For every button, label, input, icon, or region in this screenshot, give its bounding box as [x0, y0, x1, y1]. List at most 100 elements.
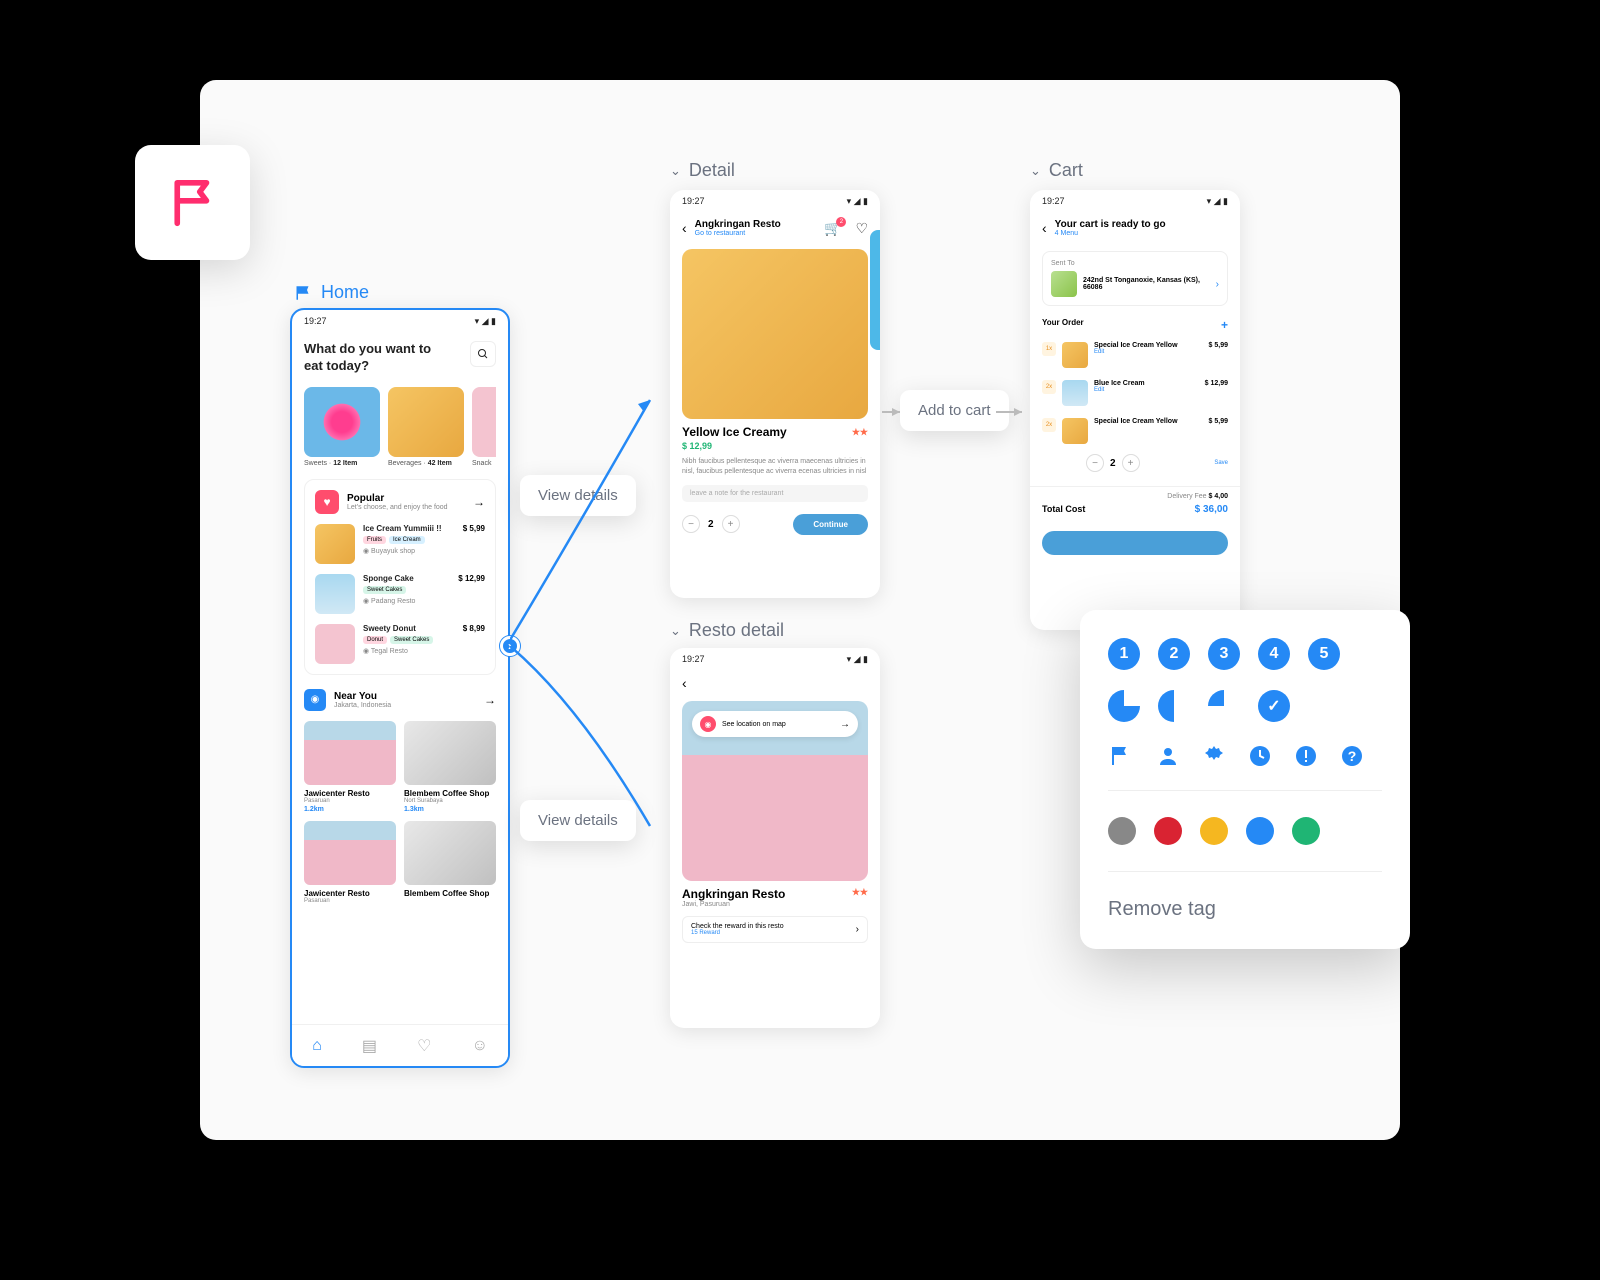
category-snack[interactable]: Snack — [472, 387, 496, 467]
popular-item[interactable]: Ice Cream Yummiii !! FruitsIce Cream ◉ B… — [315, 524, 485, 564]
product-price: $ 12,99 — [682, 441, 868, 451]
location-pill[interactable]: ◉ See location on map → — [692, 711, 858, 737]
svg-text:?: ? — [1348, 748, 1357, 764]
qty-plus[interactable]: + — [722, 515, 740, 533]
resto-screen[interactable]: 19:27▾ ◢ ▮ ‹ ◉ See location on map → Ang… — [670, 648, 880, 1028]
tag-number-3[interactable]: 3 — [1208, 638, 1240, 670]
callout-view-details: View details — [520, 475, 636, 516]
continue-button[interactable]: Continue — [793, 514, 868, 535]
status-bar: 19:27▾ ◢ ▮ — [670, 648, 880, 671]
tag-number-5[interactable]: 5 — [1308, 638, 1340, 670]
checkout-button[interactable] — [1042, 531, 1228, 555]
note-input[interactable]: leave a note for the restaurant — [682, 485, 868, 502]
popular-item[interactable]: Sweety Donut DonutSweet Cakes ◉ Tegal Re… — [315, 624, 485, 664]
color-swatch[interactable] — [1292, 817, 1320, 845]
tag-number-1[interactable]: 1 — [1108, 638, 1140, 670]
popular-card: ♥ Popular Let's choose, and enjoy the fo… — [304, 479, 496, 675]
qty-value: 2 — [708, 519, 714, 530]
user-icon[interactable] — [1154, 742, 1182, 770]
nav-profile-icon[interactable]: ☺ — [472, 1037, 488, 1055]
cart-icon[interactable]: 🛒2 — [824, 220, 841, 237]
location-pin-icon: ◉ — [700, 716, 716, 732]
near-card[interactable]: Blembem Coffee Shop — [404, 821, 496, 904]
home-title: What do you want to eat today? — [304, 341, 496, 375]
detail-screen[interactable]: 19:27▾ ◢ ▮ ‹ Angkringan Resto Go to rest… — [670, 190, 880, 598]
callout-view-details: View details — [520, 800, 636, 841]
category-beverages[interactable]: Beverages · 42 Item — [388, 387, 464, 467]
app-flag-badge — [135, 145, 250, 260]
arrow-icon[interactable]: → — [484, 693, 496, 707]
section-label-detail[interactable]: ⌄ Detail — [670, 160, 735, 181]
qty-minus[interactable]: − — [682, 515, 700, 533]
section-label-cart[interactable]: ⌄ Cart — [1030, 160, 1083, 181]
chevron-down-icon: ⌄ — [1030, 163, 1041, 179]
cart-screen[interactable]: 19:27▾ ◢ ▮ ‹ Your cart is ready to go 4 … — [1030, 190, 1240, 630]
tag-numbers-row: 12345 — [1108, 638, 1382, 670]
clock-icon[interactable] — [1246, 742, 1274, 770]
pie-quarter-icon[interactable] — [1108, 690, 1140, 722]
chevron-right-icon: › — [1216, 279, 1219, 290]
search-button[interactable] — [470, 341, 496, 367]
add-item-icon[interactable]: + — [1221, 318, 1228, 332]
back-icon[interactable]: ‹ — [682, 220, 687, 236]
tag-picker-panel[interactable]: 12345 ✓ ? Remove tag — [1080, 610, 1410, 949]
order-item[interactable]: 2x Blue Ice CreamEdit $ 12,99 — [1030, 374, 1240, 412]
order-item[interactable]: 1x Special Ice Cream YellowEdit $ 5,99 — [1030, 336, 1240, 374]
color-swatch[interactable] — [1200, 817, 1228, 845]
tag-icons-row: ? — [1108, 742, 1382, 770]
save-link[interactable]: Save — [1214, 460, 1228, 466]
search-icon — [477, 348, 489, 360]
check-icon[interactable]: ✓ — [1258, 690, 1290, 722]
chevron-right-icon: › — [856, 924, 859, 935]
nav-alerts-icon[interactable]: ♡ — [417, 1036, 431, 1056]
total-value: $ 36,00 — [1195, 504, 1228, 515]
tag-number-4[interactable]: 4 — [1258, 638, 1290, 670]
flag-icon — [166, 176, 220, 230]
section-label-home[interactable]: Home — [295, 282, 369, 303]
flag-icon[interactable] — [1108, 742, 1136, 770]
flow-arrow — [510, 380, 670, 660]
tag-number-2[interactable]: 2 — [1158, 638, 1190, 670]
near-you-grid: Jawicenter Resto Pasaruan 1.2km Blembem … — [304, 721, 496, 904]
nav-orders-icon[interactable]: ▤ — [362, 1036, 377, 1056]
near-card[interactable]: Jawicenter Resto Pasaruan 1.2km — [304, 721, 396, 813]
flow-node[interactable] — [500, 636, 520, 656]
back-icon[interactable]: ‹ — [1042, 220, 1047, 236]
order-item[interactable]: 2x Special Ice Cream Yellow $ 5,99 — [1030, 412, 1240, 450]
home-screen[interactable]: 19:27 ▾ ◢ ▮ What do you want to eat toda… — [290, 308, 510, 1068]
popular-item[interactable]: Sponge Cake Sweet Cakes ◉ Padang Resto $… — [315, 574, 485, 614]
favorite-icon[interactable]: ♡ — [855, 220, 868, 237]
arrow-icon[interactable]: → — [473, 495, 485, 509]
back-icon[interactable]: ‹ — [682, 675, 687, 691]
color-swatch[interactable] — [1108, 817, 1136, 845]
go-to-restaurant-link[interactable]: Go to restaurant — [695, 230, 781, 237]
delivery-address-card[interactable]: Sent To 242nd St Tonganoxie, Kansas (KS)… — [1042, 251, 1228, 306]
nav-home-icon[interactable]: ⌂ — [312, 1037, 322, 1055]
qty-minus[interactable]: − — [1086, 454, 1104, 472]
alert-icon[interactable] — [1292, 742, 1320, 770]
near-card[interactable]: Blembem Coffee Shop Nort Surabaya 1.3km — [404, 721, 496, 813]
section-label-resto[interactable]: ⌄ Resto detail — [670, 620, 784, 641]
detail-resto-name: Angkringan Resto — [695, 219, 781, 230]
category-row[interactable]: Sweets · 12 Item Beverages · 42 Item Sna… — [304, 387, 496, 467]
pie-half-icon[interactable] — [1158, 690, 1190, 722]
chevron-down-icon: ⌄ — [670, 623, 681, 639]
rating-stars: ★★ — [852, 887, 868, 901]
tag-progress-row: ✓ — [1108, 690, 1382, 722]
arrow-icon: → — [840, 719, 850, 730]
question-icon[interactable]: ? — [1338, 742, 1366, 770]
near-card[interactable]: Jawicenter Resto Pasaruan — [304, 821, 396, 904]
color-swatch[interactable] — [1154, 817, 1182, 845]
category-sweets[interactable]: Sweets · 12 Item — [304, 387, 380, 467]
rating-stars: ★★ — [852, 427, 868, 438]
status-bar: 19:27 ▾ ◢ ▮ — [292, 310, 508, 333]
near-you-header: ◉ Near You Jakarta, Indonesia → — [304, 689, 496, 711]
gear-icon[interactable] — [1200, 742, 1228, 770]
map-thumbnail — [1051, 271, 1077, 297]
pie-three-quarter-icon[interactable] — [1208, 690, 1240, 722]
remove-tag-button[interactable]: Remove tag — [1108, 872, 1382, 921]
reward-card[interactable]: Check the reward in this resto 15 Reward… — [682, 916, 868, 943]
product-description: Nibh faucibus pellentesque ac viverra ma… — [682, 457, 868, 477]
color-swatch[interactable] — [1246, 817, 1274, 845]
qty-plus[interactable]: + — [1122, 454, 1140, 472]
